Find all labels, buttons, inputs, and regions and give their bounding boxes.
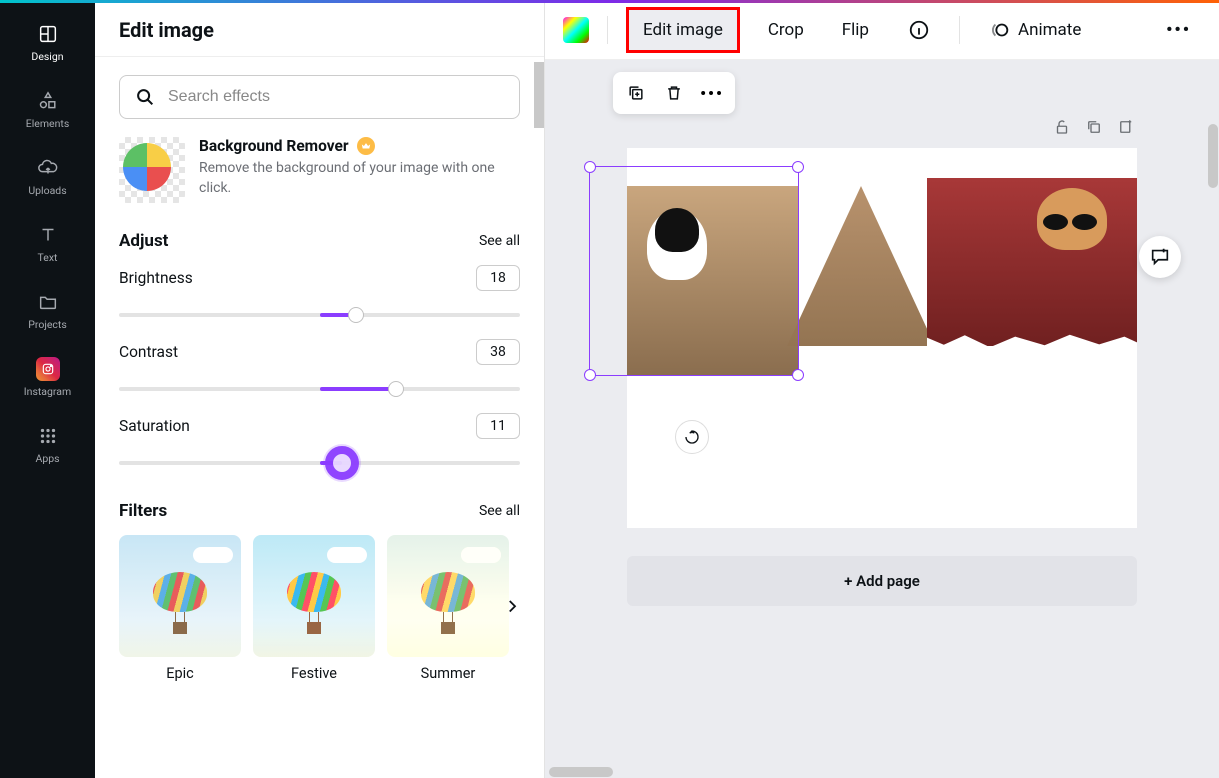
filter-summer[interactable]: Summer bbox=[387, 535, 509, 682]
image-3[interactable] bbox=[927, 178, 1137, 346]
search-effects[interactable] bbox=[119, 75, 520, 119]
selection-toolbar: ••• bbox=[613, 72, 735, 114]
sidebar-item-uploads[interactable]: Uploads bbox=[0, 146, 95, 207]
adjust-title: Adjust bbox=[119, 231, 168, 251]
info-icon bbox=[907, 18, 931, 42]
more-options-button[interactable]: ••• bbox=[697, 78, 727, 108]
main-toolbar: Edit image Crop Flip Animate ••• bbox=[545, 0, 1219, 60]
sidebar-item-apps[interactable]: Apps bbox=[0, 414, 95, 475]
animate-button[interactable]: Animate bbox=[978, 10, 1091, 50]
resize-handle-tr[interactable] bbox=[792, 161, 804, 173]
sidebar-label: Projects bbox=[28, 318, 67, 331]
filter-label: Summer bbox=[421, 665, 476, 682]
brightness-slider[interactable] bbox=[119, 301, 520, 329]
saturation-label: Saturation bbox=[119, 417, 190, 435]
canvas-page[interactable] bbox=[627, 148, 1137, 528]
panel-scrollbar[interactable] bbox=[534, 62, 544, 128]
animate-icon bbox=[988, 18, 1012, 42]
saturation-value[interactable]: 11 bbox=[476, 413, 520, 439]
add-page-icon-button[interactable] bbox=[1115, 116, 1137, 138]
resize-handle-tl[interactable] bbox=[584, 161, 596, 173]
contrast-value[interactable]: 38 bbox=[476, 339, 520, 365]
sidebar-label: Elements bbox=[26, 117, 70, 130]
sidebar: Design Elements Uploads Text Projects In… bbox=[0, 0, 95, 778]
saturation-slider[interactable] bbox=[119, 449, 520, 477]
sidebar-item-text[interactable]: Text bbox=[0, 213, 95, 274]
brightness-label: Brightness bbox=[119, 269, 193, 287]
sidebar-item-projects[interactable]: Projects bbox=[0, 280, 95, 341]
edit-image-button[interactable]: Edit image bbox=[626, 7, 740, 53]
contrast-row: Contrast 38 bbox=[119, 339, 520, 403]
comment-button[interactable] bbox=[1139, 236, 1181, 278]
contrast-slider[interactable] bbox=[119, 375, 520, 403]
elements-icon bbox=[36, 89, 60, 113]
color-picker[interactable] bbox=[563, 17, 589, 43]
adjust-see-all[interactable]: See all bbox=[479, 233, 520, 249]
apps-icon bbox=[36, 424, 60, 448]
bg-remover-desc: Remove the background of your image with… bbox=[199, 159, 520, 198]
sidebar-item-elements[interactable]: Elements bbox=[0, 79, 95, 140]
brightness-row: Brightness 18 bbox=[119, 265, 520, 329]
duplicate-page-button[interactable] bbox=[1083, 116, 1105, 138]
filters-see-all[interactable]: See all bbox=[479, 503, 520, 519]
rotate-handle[interactable] bbox=[675, 420, 709, 454]
filters-title: Filters bbox=[119, 501, 167, 521]
brightness-value[interactable]: 18 bbox=[476, 265, 520, 291]
bg-remover-title: Background Remover bbox=[199, 137, 349, 155]
main-area: Edit image Crop Flip Animate ••• ••• bbox=[545, 0, 1219, 778]
instagram-icon bbox=[36, 357, 60, 381]
design-icon bbox=[36, 22, 60, 46]
duplicate-button[interactable] bbox=[621, 78, 651, 108]
vertical-scrollbar[interactable] bbox=[1207, 120, 1219, 766]
sidebar-label: Text bbox=[38, 251, 58, 264]
resize-handle-bl[interactable] bbox=[584, 369, 596, 381]
saturation-row: Saturation 11 bbox=[119, 413, 520, 477]
resize-handle-br[interactable] bbox=[792, 369, 804, 381]
filter-epic[interactable]: Epic bbox=[119, 535, 241, 682]
sidebar-label: Instagram bbox=[24, 385, 71, 398]
delete-button[interactable] bbox=[659, 78, 689, 108]
edit-panel: Edit image Background Remover Remove the… bbox=[95, 0, 545, 778]
image-2[interactable] bbox=[787, 186, 935, 346]
filter-label: Festive bbox=[291, 665, 337, 682]
bg-remover-thumb bbox=[119, 137, 185, 203]
filters-next[interactable] bbox=[498, 592, 526, 620]
sidebar-label: Design bbox=[31, 50, 63, 63]
crop-button[interactable]: Crop bbox=[758, 12, 814, 48]
unlock-button[interactable] bbox=[1051, 116, 1073, 138]
contrast-label: Contrast bbox=[119, 343, 178, 361]
filter-festive[interactable]: Festive bbox=[253, 535, 375, 682]
background-remover[interactable]: Background Remover Remove the background… bbox=[119, 137, 520, 203]
text-icon bbox=[36, 223, 60, 247]
selection-frame[interactable] bbox=[589, 166, 799, 376]
panel-title: Edit image bbox=[95, 0, 544, 57]
info-button[interactable] bbox=[897, 10, 941, 50]
sidebar-label: Uploads bbox=[28, 184, 66, 197]
more-button[interactable]: ••• bbox=[1156, 12, 1201, 48]
sidebar-item-instagram[interactable]: Instagram bbox=[0, 347, 95, 408]
sidebar-item-design[interactable]: Design bbox=[0, 12, 95, 73]
flip-button[interactable]: Flip bbox=[832, 12, 879, 48]
search-icon bbox=[134, 86, 156, 108]
projects-icon bbox=[36, 290, 60, 314]
uploads-icon bbox=[36, 156, 60, 180]
search-input[interactable] bbox=[168, 88, 505, 106]
add-page-button[interactable]: + Add page bbox=[627, 556, 1137, 606]
premium-icon bbox=[357, 137, 375, 155]
horizontal-scrollbar[interactable] bbox=[545, 766, 1207, 778]
filter-label: Epic bbox=[166, 665, 194, 682]
sidebar-label: Apps bbox=[35, 452, 59, 465]
